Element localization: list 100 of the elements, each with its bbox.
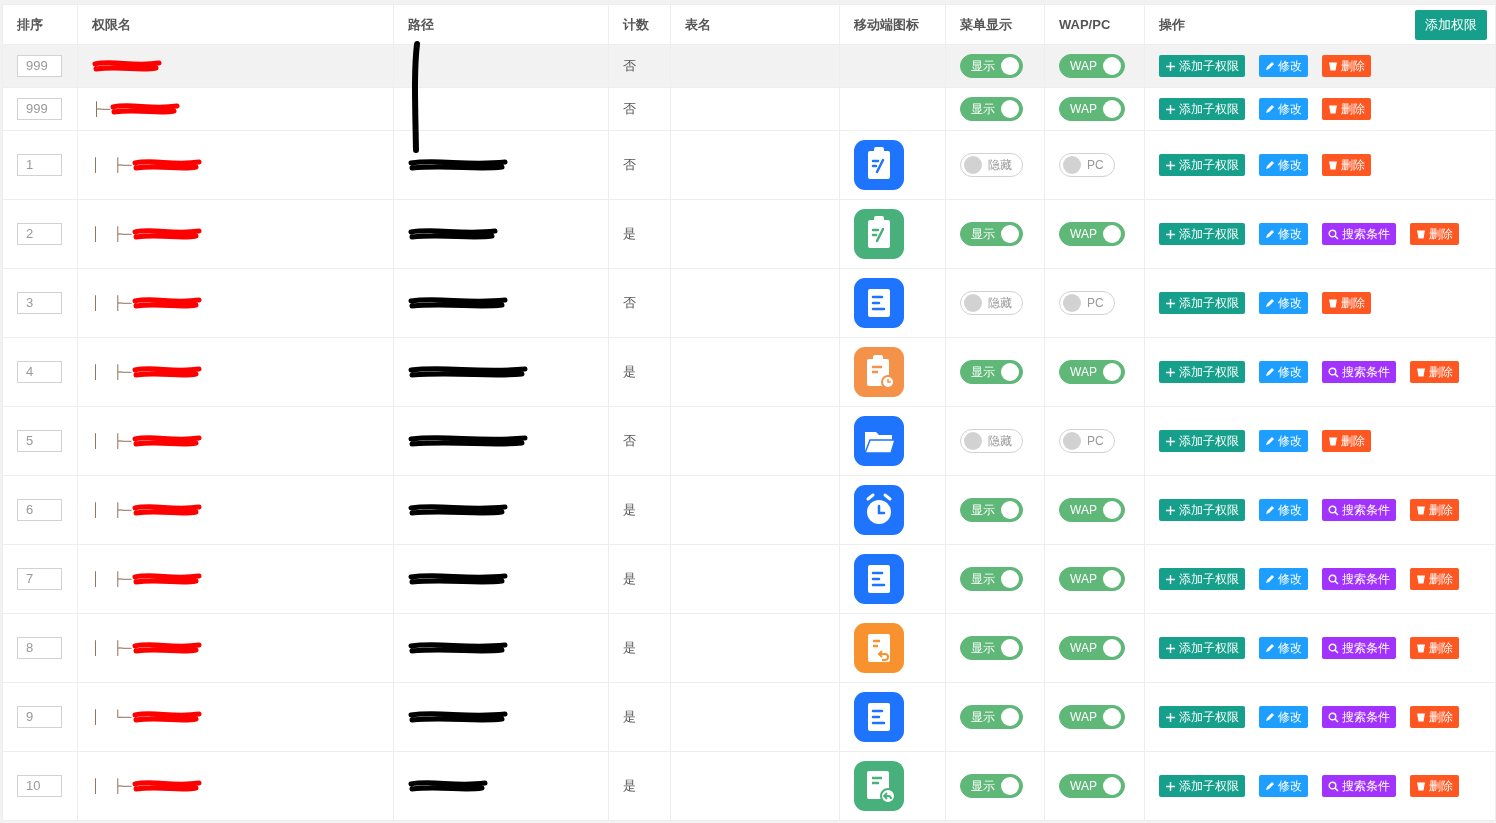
edit-button[interactable]: 修改 bbox=[1259, 55, 1308, 77]
add-child-button[interactable]: 添加子权限 bbox=[1159, 154, 1245, 176]
menu-toggle[interactable]: 隐藏 bbox=[960, 428, 1023, 453]
platform-toggle[interactable]: PC bbox=[1059, 290, 1115, 315]
platform-toggle[interactable]: WAP bbox=[1059, 774, 1125, 798]
search-conditions-button[interactable]: 搜索条件 bbox=[1322, 637, 1396, 659]
pencil-icon bbox=[1265, 367, 1275, 377]
search-icon bbox=[1328, 228, 1339, 240]
count-value: 是 bbox=[623, 502, 636, 518]
sort-field[interactable]: 3 bbox=[17, 292, 62, 314]
column-header: 计数 bbox=[623, 16, 649, 33]
platform-toggle[interactable]: WAP bbox=[1059, 705, 1125, 729]
menu-toggle[interactable]: 显示 bbox=[960, 360, 1023, 384]
delete-button[interactable]: 删除 bbox=[1322, 55, 1371, 77]
plus-icon bbox=[1165, 711, 1176, 723]
search-icon bbox=[1328, 573, 1339, 585]
search-conditions-button[interactable]: 搜索条件 bbox=[1322, 499, 1396, 521]
plus-icon bbox=[1165, 366, 1176, 378]
edit-button[interactable]: 修改 bbox=[1259, 361, 1308, 383]
tree-branch: │ ├─ bbox=[92, 364, 132, 380]
search-conditions-button[interactable]: 搜索条件 bbox=[1322, 706, 1396, 728]
menu-toggle[interactable]: 显示 bbox=[960, 54, 1023, 78]
platform-toggle[interactable]: WAP bbox=[1059, 567, 1125, 591]
platform-toggle[interactable]: WAP bbox=[1059, 498, 1125, 522]
menu-toggle[interactable]: 显示 bbox=[960, 774, 1023, 798]
add-child-button[interactable]: 添加子权限 bbox=[1159, 637, 1245, 659]
edit-button[interactable]: 修改 bbox=[1259, 98, 1308, 120]
delete-button[interactable]: 删除 bbox=[1322, 292, 1371, 314]
count-value: 否 bbox=[623, 295, 636, 311]
sort-field[interactable]: 999 bbox=[17, 55, 62, 77]
sort-field[interactable]: 999 bbox=[17, 98, 62, 120]
tree-branch: │ ├─ bbox=[92, 433, 132, 449]
add-child-button[interactable]: 添加子权限 bbox=[1159, 499, 1245, 521]
platform-toggle[interactable]: WAP bbox=[1059, 222, 1125, 246]
sort-field[interactable]: 8 bbox=[17, 637, 62, 659]
menu-toggle[interactable]: 显示 bbox=[960, 498, 1023, 522]
menu-toggle[interactable]: 显示 bbox=[960, 636, 1023, 660]
trash-icon bbox=[1416, 505, 1426, 515]
delete-button[interactable]: 删除 bbox=[1410, 499, 1459, 521]
delete-button[interactable]: 删除 bbox=[1410, 706, 1459, 728]
tree-branch: │ ├─ bbox=[92, 226, 132, 242]
sort-field[interactable]: 9 bbox=[17, 706, 62, 728]
search-conditions-button[interactable]: 搜索条件 bbox=[1322, 361, 1396, 383]
add-child-button[interactable]: 添加子权限 bbox=[1159, 775, 1245, 797]
edit-button[interactable]: 修改 bbox=[1259, 154, 1308, 176]
platform-toggle[interactable]: PC bbox=[1059, 428, 1115, 453]
delete-button[interactable]: 删除 bbox=[1410, 775, 1459, 797]
sort-field[interactable]: 5 bbox=[17, 430, 62, 452]
add-child-button[interactable]: 添加子权限 bbox=[1159, 568, 1245, 590]
sort-field[interactable]: 10 bbox=[17, 775, 62, 797]
menu-toggle[interactable]: 显示 bbox=[960, 97, 1023, 121]
pencil-icon bbox=[1265, 712, 1275, 722]
add-child-button[interactable]: 添加子权限 bbox=[1159, 55, 1245, 77]
menu-toggle[interactable]: 显示 bbox=[960, 567, 1023, 591]
edit-button[interactable]: 修改 bbox=[1259, 568, 1308, 590]
search-conditions-button[interactable]: 搜索条件 bbox=[1322, 568, 1396, 590]
add-child-button[interactable]: 添加子权限 bbox=[1159, 223, 1245, 245]
add-permission-button[interactable]: 添加权限 bbox=[1415, 9, 1487, 40]
edit-button[interactable]: 修改 bbox=[1259, 706, 1308, 728]
edit-button[interactable]: 修改 bbox=[1259, 292, 1308, 314]
platform-toggle[interactable]: WAP bbox=[1059, 97, 1125, 121]
add-child-button[interactable]: 添加子权限 bbox=[1159, 706, 1245, 728]
edit-button[interactable]: 修改 bbox=[1259, 775, 1308, 797]
sort-field[interactable]: 2 bbox=[17, 223, 62, 245]
sort-field[interactable]: 1 bbox=[17, 154, 62, 176]
delete-button[interactable]: 删除 bbox=[1322, 430, 1371, 452]
add-child-button[interactable]: 添加子权限 bbox=[1159, 292, 1245, 314]
menu-toggle[interactable]: 显示 bbox=[960, 222, 1023, 246]
add-child-button[interactable]: 添加子权限 bbox=[1159, 430, 1245, 452]
delete-button[interactable]: 删除 bbox=[1322, 98, 1371, 120]
search-conditions-button[interactable]: 搜索条件 bbox=[1322, 775, 1396, 797]
pencil-icon bbox=[1265, 436, 1275, 446]
menu-toggle[interactable]: 隐藏 bbox=[960, 152, 1023, 177]
edit-button[interactable]: 修改 bbox=[1259, 430, 1308, 452]
delete-button[interactable]: 删除 bbox=[1410, 361, 1459, 383]
delete-button[interactable]: 删除 bbox=[1322, 154, 1371, 176]
edit-button[interactable]: 修改 bbox=[1259, 499, 1308, 521]
platform-toggle[interactable]: WAP bbox=[1059, 360, 1125, 384]
menu-toggle[interactable]: 隐藏 bbox=[960, 290, 1023, 315]
sort-field[interactable]: 6 bbox=[17, 499, 62, 521]
sort-field[interactable]: 4 bbox=[17, 361, 62, 383]
platform-toggle[interactable]: PC bbox=[1059, 152, 1115, 177]
platform-toggle[interactable]: WAP bbox=[1059, 636, 1125, 660]
platform-toggle[interactable]: WAP bbox=[1059, 54, 1125, 78]
delete-button[interactable]: 删除 bbox=[1410, 223, 1459, 245]
pencil-icon bbox=[1265, 505, 1275, 515]
add-child-button[interactable]: 添加子权限 bbox=[1159, 361, 1245, 383]
search-conditions-button[interactable]: 搜索条件 bbox=[1322, 223, 1396, 245]
menu-toggle[interactable]: 显示 bbox=[960, 705, 1023, 729]
sort-field[interactable]: 7 bbox=[17, 568, 62, 590]
count-value: 是 bbox=[623, 226, 636, 242]
trash-icon bbox=[1328, 436, 1338, 446]
search-icon bbox=[1328, 504, 1339, 516]
delete-button[interactable]: 删除 bbox=[1410, 637, 1459, 659]
edit-button[interactable]: 修改 bbox=[1259, 223, 1308, 245]
edit-button[interactable]: 修改 bbox=[1259, 637, 1308, 659]
add-child-button[interactable]: 添加子权限 bbox=[1159, 98, 1245, 120]
trash-icon bbox=[1328, 298, 1338, 308]
delete-button[interactable]: 删除 bbox=[1410, 568, 1459, 590]
pencil-icon bbox=[1265, 298, 1275, 308]
